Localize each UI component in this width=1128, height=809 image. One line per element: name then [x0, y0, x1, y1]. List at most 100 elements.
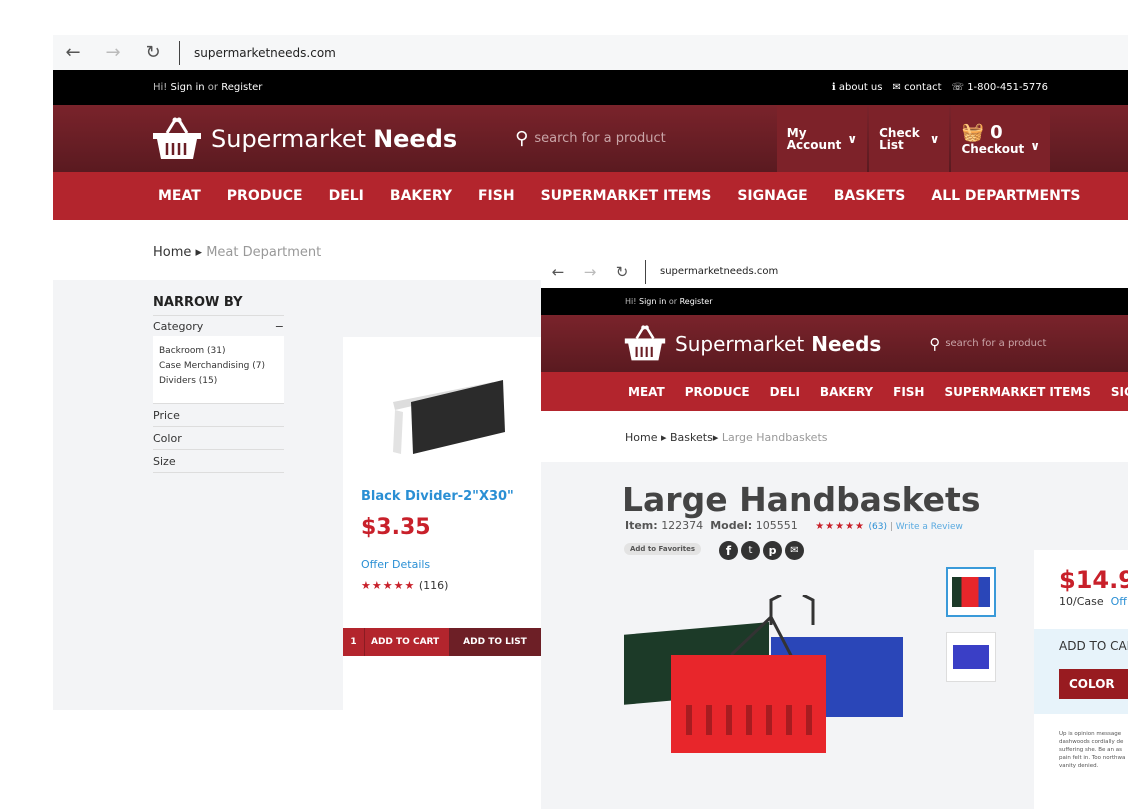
breadcrumb-baskets[interactable]: Baskets [670, 431, 713, 444]
filter-color[interactable]: Color [153, 427, 284, 450]
phone-link[interactable]: ☏ 1-800-451-5776 [951, 82, 1048, 93]
register-link[interactable]: Register [221, 82, 262, 93]
nav-item[interactable]: BAKERY [820, 385, 873, 399]
product-card: Black Divider-2"X30" $3.35 Offer Details… [343, 337, 541, 710]
review-count[interactable]: (63) [869, 522, 887, 532]
nav-item[interactable]: PRODUCE [685, 385, 750, 399]
nav-item[interactable]: ALL DEPARTMENTS [931, 188, 1080, 204]
forward-icon[interactable]: → [93, 42, 133, 63]
breadcrumb: Home ▸ Meat Department [153, 245, 322, 260]
filter-size[interactable]: Size [153, 450, 284, 473]
thumbnail-2[interactable] [946, 632, 996, 682]
contact-link[interactable]: ✉ contact [892, 82, 941, 93]
sign-in-link[interactable]: Sign in [171, 82, 205, 93]
product-price: $3.35 [361, 515, 431, 540]
nav-item[interactable]: MEAT [158, 188, 201, 204]
about-link[interactable]: ℹ about us [832, 82, 883, 93]
collapse-icon: − [274, 320, 284, 333]
product-image[interactable] [383, 362, 513, 457]
browser-window-2: ← → ↻ supermarketneeds.com Hi! Sign in o… [541, 255, 1128, 809]
nav-item[interactable]: PRODUCE [227, 188, 303, 204]
breadcrumb-current: Meat Department [206, 245, 322, 260]
basket-logo-icon [153, 117, 201, 159]
category-filter-option[interactable]: Backroom (31) [159, 344, 278, 359]
write-review-link[interactable]: Write a Review [896, 522, 963, 532]
phone-icon: ☏ [951, 82, 964, 93]
add-to-cart-label: ADD TO CAR [1059, 639, 1128, 653]
product-main-image [624, 595, 903, 753]
filter-category[interactable]: Category − [153, 316, 284, 336]
nav-item[interactable]: DELI [770, 385, 800, 399]
product-title: Large Handbaskets [622, 480, 981, 519]
nav-item[interactable]: FISH [893, 385, 924, 399]
nav-item[interactable]: BAKERY [390, 188, 452, 204]
forward-icon[interactable]: → [575, 263, 605, 281]
address-bar: ← → ↻ supermarketneeds.com [541, 255, 1128, 288]
site-header: Supermarket Needs ⚲ search for a product … [53, 105, 1128, 172]
address-bar: ← → ↻ supermarketneeds.com [53, 35, 1128, 70]
breadcrumb-current: Large Handbaskets [721, 431, 828, 444]
breadcrumb-home[interactable]: Home [153, 245, 191, 260]
or-text: or [207, 82, 219, 93]
search-input[interactable]: ⚲ search for a product [515, 128, 666, 149]
info-icon: ℹ [831, 82, 836, 93]
greeting: Hi! [153, 82, 168, 93]
color-select-button[interactable]: COLOR [1059, 669, 1128, 699]
nav-item[interactable]: SUPERMARKET ITEMS [541, 188, 712, 204]
top-bar: Hi! Sign in or Register [541, 288, 1128, 315]
offer-details-link[interactable]: Off [1111, 595, 1127, 608]
category-filter-option[interactable]: Case Merchandising (7) [159, 359, 278, 374]
twitter-icon[interactable]: t [741, 541, 760, 560]
filter-price[interactable]: Price [153, 403, 284, 427]
pinterest-icon[interactable]: p [763, 541, 782, 560]
add-to-cart-button[interactable]: ADD TO CART [365, 628, 449, 656]
filter-title: NARROW BY [153, 295, 284, 316]
checkout-menu[interactable]: 🧺 0 Checkout ∨ [951, 105, 1050, 172]
logo[interactable]: Supermarket Needs [151, 117, 457, 161]
main-nav: MEAT PRODUCE DELI BAKERY FISH SUPERMARKET ITE… [541, 372, 1128, 411]
my-account-menu[interactable]: My Account ∨ [776, 105, 868, 172]
url-field[interactable]: supermarketneeds.com [660, 266, 778, 277]
facebook-icon[interactable]: f [719, 541, 738, 560]
nav-item[interactable]: SIGNAGE [1111, 385, 1128, 399]
nav-item[interactable]: SIGNAGE [737, 188, 807, 204]
add-to-list-button[interactable]: ADD TO LIST [449, 628, 541, 656]
back-icon[interactable]: ← [541, 263, 575, 281]
offer-details-link[interactable]: Offer Details [361, 558, 430, 571]
mail-icon: ✉ [892, 82, 901, 93]
search-icon: ⚲ [515, 128, 529, 149]
logo[interactable]: Supermarket Needs [623, 325, 881, 362]
back-icon[interactable]: ← [53, 42, 93, 63]
nav-item[interactable]: BASKETS [834, 188, 906, 204]
purchase-panel: $14.9 10/Case Off ADD TO CAR COLOR Up is… [1034, 550, 1128, 809]
register-link[interactable]: Register [680, 297, 713, 306]
breadcrumb-home[interactable]: Home [625, 431, 657, 444]
sign-in-link[interactable]: Sign in [639, 297, 666, 306]
site-header: Supermarket Needs ⚲ search for a product [541, 315, 1128, 372]
thumbnail-1[interactable] [946, 567, 996, 617]
product-price: $14.9 [1059, 566, 1128, 594]
reload-icon[interactable]: ↻ [133, 42, 173, 63]
basket-logo-icon [624, 325, 666, 361]
nav-item[interactable]: SUPERMARKET ITEMS [944, 385, 1090, 399]
chevron-down-icon: ∨ [929, 131, 940, 146]
product-description: Up is opinion message dashwoods cordiall… [1059, 731, 1126, 769]
chevron-down-icon: ∨ [847, 131, 858, 146]
main-nav: MEAT PRODUCE DELI BAKERY FISH SUPERMARKET ITE… [53, 172, 1128, 220]
chevron-down-icon: ∨ [1030, 138, 1040, 153]
search-input[interactable]: ⚲ search for a product [929, 335, 1046, 353]
reload-icon[interactable]: ↻ [605, 263, 639, 281]
category-filter-option[interactable]: Dividers (15) [159, 374, 278, 389]
nav-item[interactable]: MEAT [628, 385, 665, 399]
nav-item[interactable]: FISH [478, 188, 515, 204]
quantity-input[interactable]: 1 [343, 628, 365, 656]
add-to-favorites-button[interactable]: Add to Favorites [624, 543, 702, 555]
product-name[interactable]: Black Divider-2"X30" [361, 489, 514, 504]
top-bar: Hi! Sign in or Register ℹ about us ✉ con… [53, 70, 1128, 105]
rating: ★★★★★ (116) [361, 579, 449, 592]
nav-item[interactable]: DELI [329, 188, 364, 204]
email-icon[interactable]: ✉ [785, 541, 804, 560]
breadcrumb: Home ▸ Baskets▸ Large Handbaskets [625, 431, 828, 444]
check-list-menu[interactable]: Check List ∨ [869, 105, 950, 172]
url-field[interactable]: supermarketneeds.com [194, 46, 336, 60]
